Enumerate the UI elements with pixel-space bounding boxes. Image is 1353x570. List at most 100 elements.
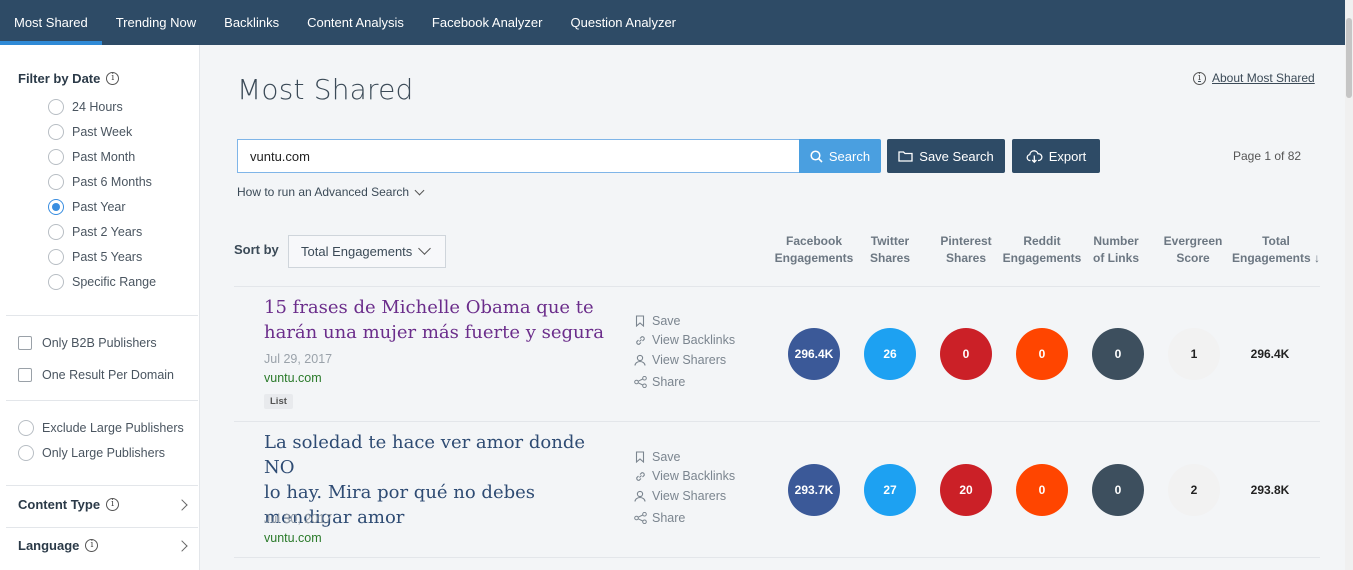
view-backlinks-action[interactable]: View Backlinks bbox=[633, 469, 735, 483]
one-result-per-domain-checkbox[interactable]: One Result Per Domain bbox=[18, 368, 174, 382]
column-header-facebook[interactable]: Facebook Engagements bbox=[774, 233, 854, 267]
action-label: View Sharers bbox=[652, 489, 727, 503]
radio-button[interactable] bbox=[18, 445, 34, 461]
radio-button[interactable] bbox=[48, 224, 64, 240]
header-line: Engagements bbox=[774, 251, 854, 265]
radio-label: Exclude Large Publishers bbox=[42, 421, 184, 435]
save-action[interactable]: Save bbox=[633, 450, 681, 464]
sidebar-divider bbox=[6, 485, 198, 486]
advanced-search-label: How to run an Advanced Search bbox=[237, 185, 410, 199]
checkbox[interactable] bbox=[18, 368, 32, 382]
radio-button[interactable] bbox=[18, 420, 34, 436]
tab-question-analyzer[interactable]: Question Analyzer bbox=[557, 0, 691, 45]
exclude-large-publishers-option[interactable]: Exclude Large Publishers bbox=[18, 420, 184, 436]
pinterest-shares-badge[interactable]: 0 bbox=[940, 328, 992, 380]
cloud-download-icon bbox=[1026, 149, 1043, 163]
only-b2b-publishers-checkbox[interactable]: Only B2B Publishers bbox=[18, 336, 157, 350]
radio-button[interactable] bbox=[48, 124, 64, 140]
article-date: Jul 29, 2017 bbox=[264, 352, 333, 366]
info-icon[interactable]: i bbox=[106, 498, 120, 511]
save-action[interactable]: Save bbox=[633, 314, 681, 328]
export-button[interactable]: Export bbox=[1012, 139, 1100, 173]
reddit-engagements-badge[interactable]: 0 bbox=[1016, 464, 1068, 516]
reddit-engagements-badge[interactable]: 0 bbox=[1016, 328, 1068, 380]
sort-select[interactable]: Total Engagements bbox=[288, 235, 446, 268]
number-of-links-badge[interactable]: 0 bbox=[1092, 328, 1144, 380]
info-icon[interactable]: i bbox=[85, 539, 99, 552]
article-date: Jul 30, 2017 bbox=[264, 512, 333, 526]
view-backlinks-action[interactable]: View Backlinks bbox=[633, 333, 735, 347]
save-search-button[interactable]: Save Search bbox=[887, 139, 1005, 173]
radio-button[interactable] bbox=[48, 174, 64, 190]
share-action[interactable]: Share bbox=[633, 375, 685, 389]
folder-icon bbox=[898, 150, 913, 162]
filter-sidebar: Filter by Date i 24 Hours Past Week Past… bbox=[0, 45, 200, 570]
date-option-past-5-years[interactable]: Past 5 Years bbox=[48, 249, 142, 265]
checkbox-label: Only B2B Publishers bbox=[42, 336, 157, 350]
header-line: Score bbox=[1176, 251, 1210, 265]
radio-button-selected[interactable] bbox=[48, 199, 64, 215]
column-header-links[interactable]: Number of Links bbox=[1086, 233, 1146, 267]
view-sharers-action[interactable]: View Sharers bbox=[633, 489, 726, 503]
facebook-engagements-badge[interactable]: 293.7K bbox=[788, 464, 840, 516]
scrollbar-thumb[interactable] bbox=[1346, 18, 1352, 98]
radio-button[interactable] bbox=[48, 99, 64, 115]
export-label: Export bbox=[1048, 148, 1087, 164]
save-search-label: Save Search bbox=[919, 148, 994, 164]
sort-select-value: Total Engagements bbox=[301, 244, 413, 259]
radio-button[interactable] bbox=[48, 249, 64, 265]
date-option-24-hours[interactable]: 24 Hours bbox=[48, 99, 123, 115]
chevron-down-icon bbox=[414, 185, 425, 195]
twitter-shares-badge[interactable]: 27 bbox=[864, 464, 916, 516]
only-large-publishers-option[interactable]: Only Large Publishers bbox=[18, 445, 165, 461]
twitter-shares-badge[interactable]: 26 bbox=[864, 328, 916, 380]
date-option-past-2-years[interactable]: Past 2 Years bbox=[48, 224, 142, 240]
radio-button[interactable] bbox=[48, 274, 64, 290]
radio-label: Specific Range bbox=[72, 275, 157, 289]
content-type-expander[interactable]: Content Type i bbox=[18, 497, 188, 512]
radio-button[interactable] bbox=[48, 149, 64, 165]
date-option-past-year[interactable]: Past Year bbox=[48, 199, 126, 215]
link-icon bbox=[633, 334, 647, 347]
page-scrollbar[interactable] bbox=[1345, 0, 1353, 570]
advanced-search-toggle[interactable]: How to run an Advanced Search bbox=[237, 185, 425, 199]
number-of-links-badge[interactable]: 0 bbox=[1092, 464, 1144, 516]
column-header-pinterest[interactable]: Pinterest Shares bbox=[934, 233, 998, 267]
pinterest-shares-badge[interactable]: 20 bbox=[940, 464, 992, 516]
facebook-engagements-badge[interactable]: 296.4K bbox=[788, 328, 840, 380]
column-header-evergreen[interactable]: Evergreen Score bbox=[1158, 233, 1228, 267]
date-option-past-6-months[interactable]: Past 6 Months bbox=[48, 174, 152, 190]
title-line: lo hay. Mira por qué no debes bbox=[264, 482, 536, 503]
language-expander[interactable]: Language i bbox=[18, 538, 188, 553]
tab-backlinks[interactable]: Backlinks bbox=[210, 0, 293, 45]
title-line: 15 frases de Michelle Obama que te bbox=[264, 297, 594, 318]
page-count: Page 1 of 82 bbox=[1233, 149, 1302, 163]
about-link-label: About Most Shared bbox=[1212, 71, 1315, 85]
tab-content-analysis[interactable]: Content Analysis bbox=[293, 0, 418, 45]
tab-most-shared[interactable]: Most Shared bbox=[0, 0, 102, 45]
article-domain-link[interactable]: vuntu.com bbox=[264, 531, 322, 545]
about-most-shared-link[interactable]: i About Most Shared bbox=[1193, 71, 1315, 85]
view-sharers-action[interactable]: View Sharers bbox=[633, 353, 726, 367]
checkbox[interactable] bbox=[18, 336, 32, 350]
share-action[interactable]: Share bbox=[633, 511, 685, 525]
search-input[interactable] bbox=[237, 139, 800, 173]
tab-facebook-analyzer[interactable]: Facebook Analyzer bbox=[418, 0, 557, 45]
info-icon[interactable]: i bbox=[106, 72, 120, 85]
date-option-specific-range[interactable]: Specific Range bbox=[48, 274, 156, 290]
total-engagements-value: 293.8K bbox=[1250, 483, 1290, 497]
tab-trending-now[interactable]: Trending Now bbox=[102, 0, 210, 45]
row-divider bbox=[234, 286, 1320, 287]
article-domain-link[interactable]: vuntu.com bbox=[264, 371, 322, 385]
date-option-past-week[interactable]: Past Week bbox=[48, 124, 132, 140]
evergreen-score-badge[interactable]: 2 bbox=[1168, 464, 1220, 516]
column-header-twitter[interactable]: Twitter Shares bbox=[860, 233, 920, 267]
date-option-past-month[interactable]: Past Month bbox=[48, 149, 135, 165]
column-header-reddit[interactable]: Reddit Engagements bbox=[1002, 233, 1082, 267]
search-button[interactable]: Search bbox=[799, 139, 881, 173]
radio-label: Past Week bbox=[72, 125, 133, 139]
column-header-total[interactable]: Total Engagements ↓ bbox=[1228, 233, 1324, 267]
evergreen-score-badge[interactable]: 1 bbox=[1168, 328, 1220, 380]
title-line: harán una mujer más fuerte y segura bbox=[264, 322, 604, 343]
article-title-link[interactable]: 15 frases de Michelle Obama que te harán… bbox=[264, 295, 604, 345]
